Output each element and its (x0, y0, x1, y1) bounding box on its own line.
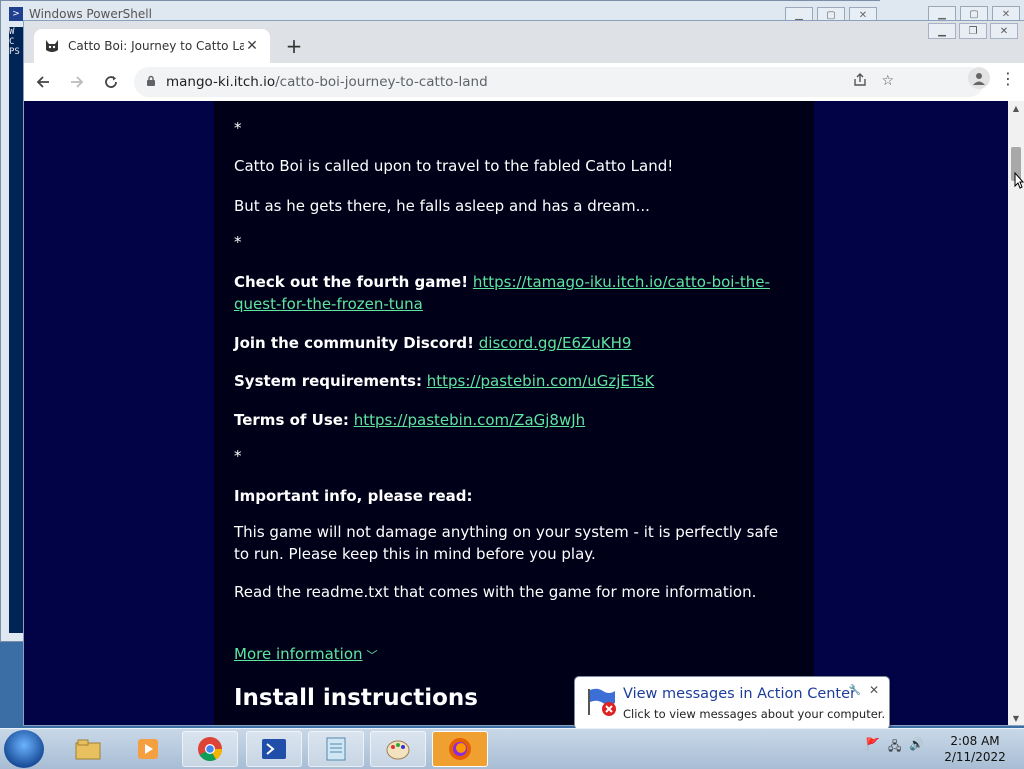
network-icon[interactable]: 🖧 (888, 737, 901, 758)
tab-close-icon[interactable]: ✕ (244, 38, 260, 54)
browser-toolbar: mango-ki.itch.io/catto-boi-journey-to-ca… (24, 63, 1024, 102)
minimize-button[interactable]: ▁ (928, 23, 956, 39)
page-viewport[interactable]: * Catto Boi is called upon to travel to … (24, 101, 1008, 725)
action-center-tray-icon[interactable]: 🚩 (865, 737, 880, 758)
action-center-notification[interactable]: View messages in Action Center Click to … (574, 676, 890, 742)
more-information-toggle[interactable]: More information ﹀ (234, 643, 794, 667)
browser-window-controls: ▁ ❐ ✕ (928, 23, 1018, 39)
action-center-flag-icon (585, 687, 619, 717)
chrome-icon[interactable] (182, 731, 238, 767)
reload-icon (105, 76, 117, 88)
more-information-link[interactable]: More information (234, 645, 363, 663)
powershell-title: Windows PowerShell (29, 7, 152, 21)
share-icon[interactable] (853, 73, 867, 91)
url-host: mango-ki.itch.io (166, 74, 276, 90)
scroll-up-arrow-icon[interactable]: ▲ (1008, 101, 1024, 115)
game-description-column: * Catto Boi is called upon to travel to … (214, 101, 814, 725)
media-player-icon[interactable] (120, 731, 176, 767)
separator-star: * (234, 447, 242, 465)
sysreq-link[interactable]: https://pastebin.com/uGzjETsK (427, 372, 654, 390)
tab-title: Catto Boi: Journey to Catto Land (68, 39, 244, 53)
new-tab-button[interactable]: + (282, 35, 306, 57)
lock-icon[interactable] (146, 75, 156, 90)
discord-link[interactable]: discord.gg/E6ZuKH9 (479, 334, 632, 352)
wrench-icon[interactable]: 🔧 (849, 685, 861, 696)
important-paragraph: Important info, please read: (234, 485, 794, 507)
important-heading: Important info, please read: (234, 487, 473, 505)
clock[interactable]: 2:08 AM 2/11/2022 (940, 733, 1010, 765)
kebab-menu-icon[interactable]: ⋮ (998, 69, 1018, 88)
notification-text[interactable]: Click to view messages about your comput… (623, 707, 885, 721)
address-bar[interactable]: mango-ki.itch.io/catto-boi-journey-to-ca… (134, 67, 984, 97)
safety-paragraph: This game will not damage anything on yo… (234, 523, 779, 563)
omnibox-actions: ☆ (853, 73, 894, 91)
paint-icon[interactable] (370, 731, 426, 767)
clock-time: 2:08 AM (950, 734, 1000, 748)
separator-star: * (234, 119, 242, 137)
back-button[interactable] (28, 67, 58, 97)
scroll-down-arrow-icon[interactable]: ▼ (1008, 711, 1024, 725)
volume-icon[interactable]: 🔊 (909, 737, 924, 758)
system-tray: 🚩 🖧 🔊 (865, 737, 924, 758)
chevron-down-icon: ﹀ (366, 649, 378, 662)
terms-link[interactable]: https://pastebin.com/ZaGj8wJh (354, 411, 585, 429)
cat-face-icon (44, 38, 60, 54)
sysreq-paragraph: System requirements: https://pastebin.co… (234, 370, 794, 392)
readme-paragraph: Read the readme.txt that comes with the … (234, 583, 757, 601)
dream-paragraph: But as he gets there, he falls asleep an… (234, 197, 650, 215)
explorer-icon[interactable] (60, 731, 116, 767)
url-path: /catto-boi-journey-to-catto-land (275, 74, 488, 90)
tab-catto-boi[interactable]: Catto Boi: Journey to Catto Land ✕ (34, 29, 270, 63)
fourth-game-paragraph: Check out the fourth game! https://tamag… (234, 271, 794, 315)
reload-button[interactable] (96, 67, 126, 97)
toolbar-right: ⋮ (968, 67, 1018, 89)
start-orb[interactable] (4, 730, 44, 768)
fourth-game-label: Check out the fourth game! (234, 273, 469, 291)
discord-paragraph: Join the community Discord! discord.gg/E… (234, 332, 794, 354)
forward-button[interactable] (62, 67, 92, 97)
powershell-icon: > (9, 7, 23, 21)
vertical-scrollbar[interactable]: ▲ ▼ (1008, 101, 1024, 725)
restore-button[interactable]: ❐ (959, 23, 987, 39)
clock-date: 2/11/2022 (944, 750, 1006, 764)
bookmark-star-icon[interactable]: ☆ (881, 73, 894, 91)
separator-star: * (234, 233, 242, 251)
notification-title[interactable]: View messages in Action Center (623, 686, 856, 702)
powershell-icon[interactable] (246, 731, 302, 767)
firefox-icon[interactable] (432, 731, 488, 767)
notepad-icon[interactable] (308, 731, 364, 767)
close-button[interactable]: ✕ (990, 23, 1018, 39)
intro-paragraph: Catto Boi is called upon to travel to th… (234, 157, 674, 175)
terms-paragraph: Terms of Use: https://pastebin.com/ZaGj8… (234, 409, 794, 431)
notification-close-icon[interactable]: ✕ (869, 683, 879, 697)
sysreq-label: System requirements: (234, 372, 422, 390)
discord-label: Join the community Discord! (234, 334, 474, 352)
taskbar: 🚩 🖧 🔊 2:08 AM 2/11/2022 (0, 728, 1024, 769)
forward-arrow-icon (71, 76, 84, 88)
back-arrow-icon (36, 76, 49, 88)
profile-avatar-icon[interactable] (968, 67, 990, 89)
chrome-browser-window: Catto Boi: Journey to Catto Land ✕ + ▁ ❐… (23, 20, 1024, 726)
url-text: mango-ki.itch.io/catto-boi-journey-to-ca… (166, 74, 488, 90)
terms-label: Terms of Use: (234, 411, 349, 429)
tab-strip: Catto Boi: Journey to Catto Land ✕ + ▁ ❐… (24, 21, 1024, 63)
